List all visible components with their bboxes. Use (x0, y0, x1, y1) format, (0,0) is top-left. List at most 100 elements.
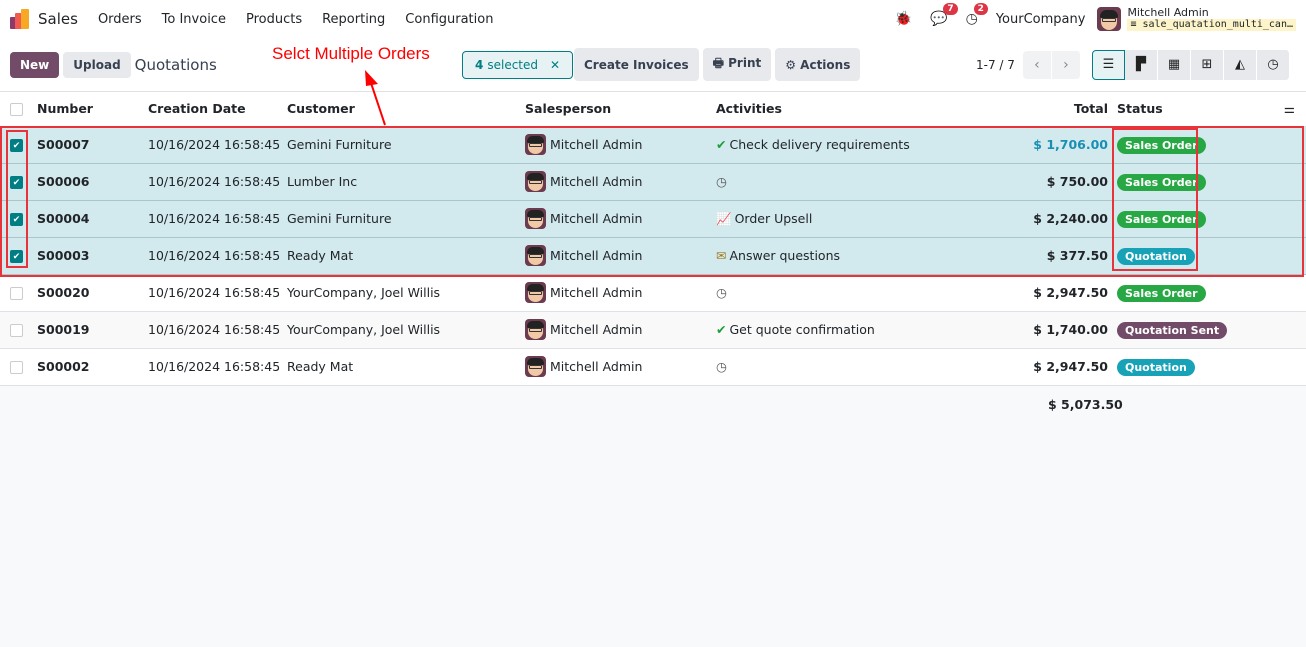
unselect-close-icon[interactable]: ✕ (550, 58, 560, 72)
order-number: S00003 (36, 237, 147, 275)
table-row[interactable]: S00020 10/16/2024 16:58:45 YourCompany, … (0, 274, 1306, 312)
new-button[interactable]: New (10, 51, 60, 78)
pager-value[interactable]: 1-7 / 7 (976, 58, 1015, 72)
upload-button[interactable]: Upload (63, 51, 131, 78)
select-all-checkbox[interactable] (10, 103, 23, 117)
actions-button[interactable]: ⚙ Actions (775, 48, 861, 81)
table-row[interactable]: ✔ S00006 10/16/2024 16:58:45 Lumber Inc … (0, 163, 1306, 201)
messages-icon[interactable]: 💬 7 (930, 3, 958, 27)
pager-previous-icon[interactable]: ‹ (1022, 50, 1052, 79)
table-row[interactable]: S00002 10/16/2024 16:58:45 Ready Mat Mit… (0, 348, 1306, 386)
salesperson-avatar (525, 171, 546, 192)
salesperson[interactable]: Mitchell Admin (525, 208, 714, 229)
activity[interactable]: 📈 Order Upsell (716, 211, 934, 227)
activity[interactable]: ◷ (716, 359, 934, 374)
check-icon[interactable]: ✔ (716, 322, 726, 337)
order-total: $ 2,947.50 (935, 348, 1116, 386)
menu-to-invoice[interactable]: To Invoice (162, 12, 226, 27)
create-invoices-button[interactable]: Create Invoices (574, 48, 699, 81)
row-checkbox[interactable]: ✔ (10, 139, 23, 152)
envelope-icon[interactable]: ✉ (716, 248, 726, 263)
creation-date: 10/16/2024 16:58:45 (147, 126, 286, 164)
menu-orders[interactable]: Orders (98, 12, 142, 27)
activity[interactable]: ◷ (716, 174, 934, 189)
table-row[interactable]: ✔ S00004 10/16/2024 16:58:45 Gemini Furn… (0, 200, 1306, 238)
header-activities[interactable]: Activities (715, 92, 935, 127)
company-switcher[interactable]: YourCompany (996, 12, 1086, 27)
user-avatar[interactable] (1097, 7, 1122, 31)
salesperson-name: Mitchell Admin (550, 285, 643, 300)
row-checkbox[interactable] (10, 287, 23, 300)
graph-view-icon[interactable]: ◭ (1224, 49, 1257, 80)
print-button[interactable]: 🖶 Print (702, 48, 772, 81)
calendar-view-icon[interactable]: ▦ (1158, 49, 1191, 80)
selected-label: selected (487, 57, 539, 72)
clock-icon[interactable]: ◷ (716, 359, 727, 374)
salesperson[interactable]: Mitchell Admin (525, 356, 714, 377)
status-badge: Quotation (1117, 248, 1195, 265)
menu-configuration[interactable]: Configuration (405, 12, 493, 27)
header-status[interactable]: Status ⚌ (1116, 92, 1306, 127)
order-number: S00006 (36, 163, 147, 201)
debug-bug-icon[interactable]: 🐞 (895, 11, 912, 27)
order-number: S00019 (36, 311, 147, 349)
salesperson-name: Mitchell Admin (550, 359, 643, 374)
list-view-icon[interactable]: ☰ (1092, 49, 1125, 80)
salesperson[interactable]: Mitchell Admin (525, 134, 714, 155)
menu-products[interactable]: Products (246, 12, 302, 27)
salesperson[interactable]: Mitchell Admin (525, 245, 714, 266)
status-badge: Quotation Sent (1117, 322, 1228, 339)
salesperson-name: Mitchell Admin (550, 248, 643, 263)
creation-date: 10/16/2024 16:58:45 (147, 163, 286, 201)
selection-indicator: 4 selected ✕ (462, 50, 574, 79)
menu-reporting[interactable]: Reporting (322, 12, 385, 27)
optional-columns-toggle-icon[interactable]: ⚌ (1284, 101, 1295, 116)
kanban-view-icon[interactable]: ▛ (1125, 49, 1158, 80)
activity[interactable]: ✔ Check delivery requirements (716, 137, 934, 152)
salesperson-name: Mitchell Admin (550, 174, 643, 189)
table-row[interactable]: ✔ S00007 10/16/2024 16:58:45 Gemini Furn… (0, 126, 1306, 164)
order-number: S00004 (36, 200, 147, 238)
upsell-chart-icon[interactable]: 📈 (716, 211, 732, 227)
salesperson[interactable]: Mitchell Admin (525, 282, 714, 303)
app-name[interactable]: Sales (38, 10, 78, 28)
selected-count: 4 (475, 57, 484, 72)
activities-badge: 2 (973, 3, 988, 15)
header-salesperson[interactable]: Salesperson (524, 92, 715, 127)
table-row[interactable]: ✔ S00003 10/16/2024 16:58:45 Ready Mat M… (0, 237, 1306, 275)
activity[interactable]: ✉ Answer questions (716, 248, 934, 263)
pivot-view-icon[interactable]: ⊞ (1191, 49, 1224, 80)
customer: YourCompany, Joel Willis (286, 311, 524, 349)
salesperson[interactable]: Mitchell Admin (525, 319, 714, 340)
activities-clock-icon[interactable]: ◷ 2 (966, 3, 988, 27)
row-checkbox[interactable]: ✔ (10, 213, 23, 226)
customer: Lumber Inc (286, 163, 524, 201)
row-checkbox[interactable] (10, 324, 23, 337)
row-checkbox[interactable]: ✔ (10, 250, 23, 263)
salesperson-avatar (525, 208, 546, 229)
row-checkbox[interactable] (10, 361, 23, 374)
check-icon[interactable]: ✔ (716, 137, 726, 152)
salesperson-name: Mitchell Admin (550, 211, 643, 226)
header-customer[interactable]: Customer (286, 92, 524, 127)
sales-app-logo-icon[interactable] (10, 9, 30, 29)
status-badge: Quotation (1117, 359, 1195, 376)
activity-view-icon[interactable]: ◷ (1257, 49, 1290, 80)
quotations-table: Number Creation Date Customer Salesperso… (0, 92, 1306, 386)
row-checkbox[interactable]: ✔ (10, 176, 23, 189)
salesperson[interactable]: Mitchell Admin (525, 171, 714, 192)
user-menu[interactable]: Mitchell Admin ≡ sale_quatation_multi_ca… (1127, 7, 1296, 31)
header-total[interactable]: Total (935, 92, 1116, 127)
table-row[interactable]: S00019 10/16/2024 16:58:45 YourCompany, … (0, 311, 1306, 349)
database-name: ≡ sale_quatation_multi_can… (1127, 19, 1296, 31)
activity-summary: Check delivery requirements (729, 137, 910, 152)
activity[interactable]: ✔ Get quote confirmation (716, 322, 934, 337)
clock-icon[interactable]: ◷ (716, 174, 727, 189)
header-number[interactable]: Number (36, 92, 147, 127)
activity[interactable]: ◷ (716, 285, 934, 300)
clock-icon[interactable]: ◷ (716, 285, 727, 300)
pager-next-icon[interactable]: › (1051, 50, 1081, 79)
salesperson-avatar (525, 356, 546, 377)
status-badge: Sales Order (1117, 137, 1206, 154)
header-creation-date[interactable]: Creation Date (147, 92, 286, 127)
